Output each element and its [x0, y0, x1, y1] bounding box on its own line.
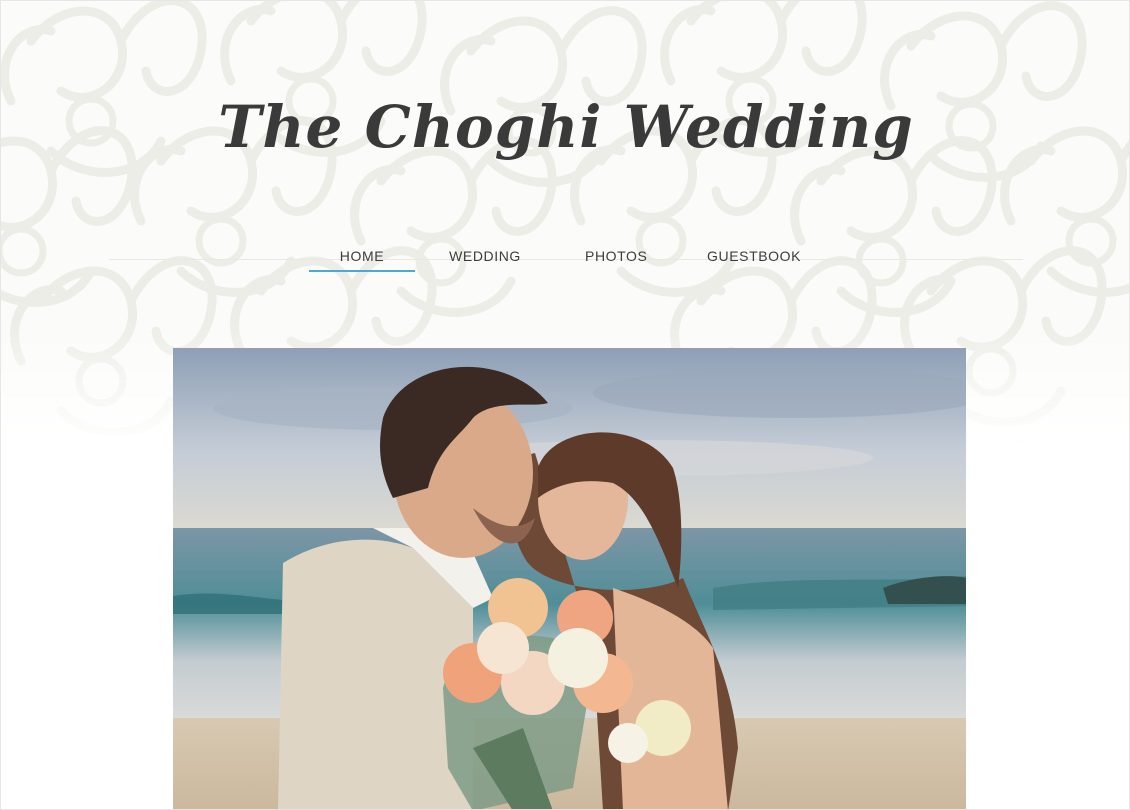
- couple-beach-photo: [173, 348, 966, 809]
- site-title: The Choghi Wedding: [218, 93, 914, 161]
- nav-item-photos[interactable]: PHOTOS: [585, 248, 647, 268]
- page-frame: The Choghi Wedding HOME WEDDING PHOTOS G…: [0, 0, 1130, 810]
- nav-item-home[interactable]: HOME: [309, 248, 415, 272]
- hero-photo: [173, 348, 966, 809]
- nav-item-wedding[interactable]: WEDDING: [447, 248, 523, 268]
- nav-item-guestbook[interactable]: GUESTBOOK: [707, 248, 801, 268]
- main-nav: HOME WEDDING PHOTOS GUESTBOOK: [1, 248, 1129, 272]
